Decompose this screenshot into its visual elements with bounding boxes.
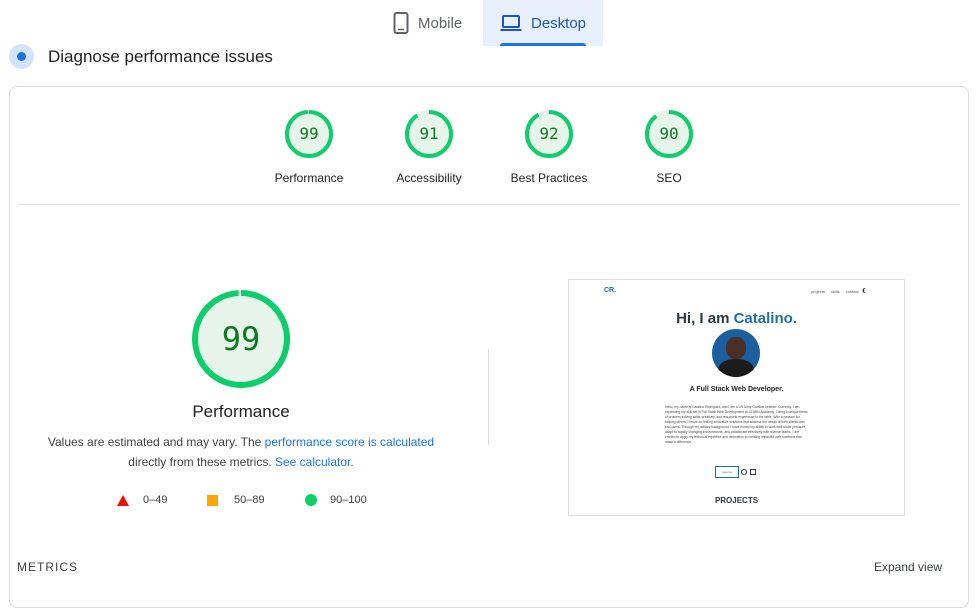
score-label: Performance [274,171,344,185]
preview-logo: CR. [604,287,617,294]
score-label: Accessibility [396,171,462,185]
preview-heading-name: Catalino. [733,310,797,327]
legend-pass-label: 90–100 [330,494,367,506]
score-value: 91 [419,124,439,143]
preview-linkedin-icon [750,469,756,475]
preview-bio: Hello, my name is Catalino Rodriguez, an… [665,405,808,444]
expand-view-button[interactable]: Expand view [874,560,942,574]
divider [18,204,960,205]
preview-heading-pre: Hi, I am [676,310,734,327]
final-screenshot[interactable]: CR. projects skills contact Hi, I am Cat… [568,279,905,516]
vertical-divider [488,349,489,445]
preview-nav: projects skills contact [811,289,859,294]
preview-nav-skills: skills [831,289,840,294]
legend-pass: 90–100 [305,493,367,507]
legend-fail: 0–49 [117,493,167,507]
legend-average-label: 50–89 [234,494,265,506]
description-text-2: directly from these metrics. [128,455,275,469]
metrics-heading: METRICS [17,560,78,574]
preview-nav-contact: contact [845,289,859,294]
score-gauge-performance[interactable]: 99 [285,110,333,158]
preview-nav-projects: projects [811,289,826,294]
tab-desktop[interactable]: Desktop [483,0,603,46]
preview-moon-icon [864,288,869,293]
laptop-icon [500,14,522,32]
legend-fail-label: 0–49 [143,494,168,506]
average-square-icon [207,494,218,506]
description-text: Values are estimated and may vary. The [47,435,265,449]
performance-title: Performance [192,402,290,421]
score-gauge-seo[interactable]: 90 [645,110,693,158]
tab-desktop-label: Desktop [531,14,587,32]
performance-score: 99 [221,320,261,358]
legend-average: 50–89 [207,493,265,507]
score-label: SEO [656,171,682,185]
score-gauge-best-practices[interactable]: 92 [525,110,573,158]
tab-mobile[interactable]: Mobile [385,0,483,46]
diagnose-title: Diagnose performance issues [48,47,273,66]
phone-icon [393,12,409,34]
preview-resume-button: resume [715,466,739,478]
score-gauge-accessibility[interactable]: 91 [405,110,453,158]
score-label: Best Practices [510,171,588,185]
preview-avatar [712,329,760,377]
score-calculated-link[interactable]: performance score is calculated [265,435,434,449]
preview-github-icon [741,469,747,475]
pass-circle-icon [305,494,317,506]
performance-description: Values are estimated and may vary. The p… [30,432,452,472]
diagnose-icon [9,44,34,69]
preview-heading: Hi, I am Catalino. [569,310,904,327]
score-value: 90 [659,124,679,143]
score-value: 99 [299,124,319,143]
tab-mobile-label: Mobile [418,14,463,32]
score-value: 92 [539,124,559,143]
preview-subtitle: A Full Stack Web Developer. [689,386,784,393]
fail-triangle-icon [117,494,129,506]
see-calculator-link[interactable]: See calculator. [275,455,354,469]
active-tab-indicator [500,43,586,46]
preview-projects-heading: PROJECTS [714,496,759,505]
